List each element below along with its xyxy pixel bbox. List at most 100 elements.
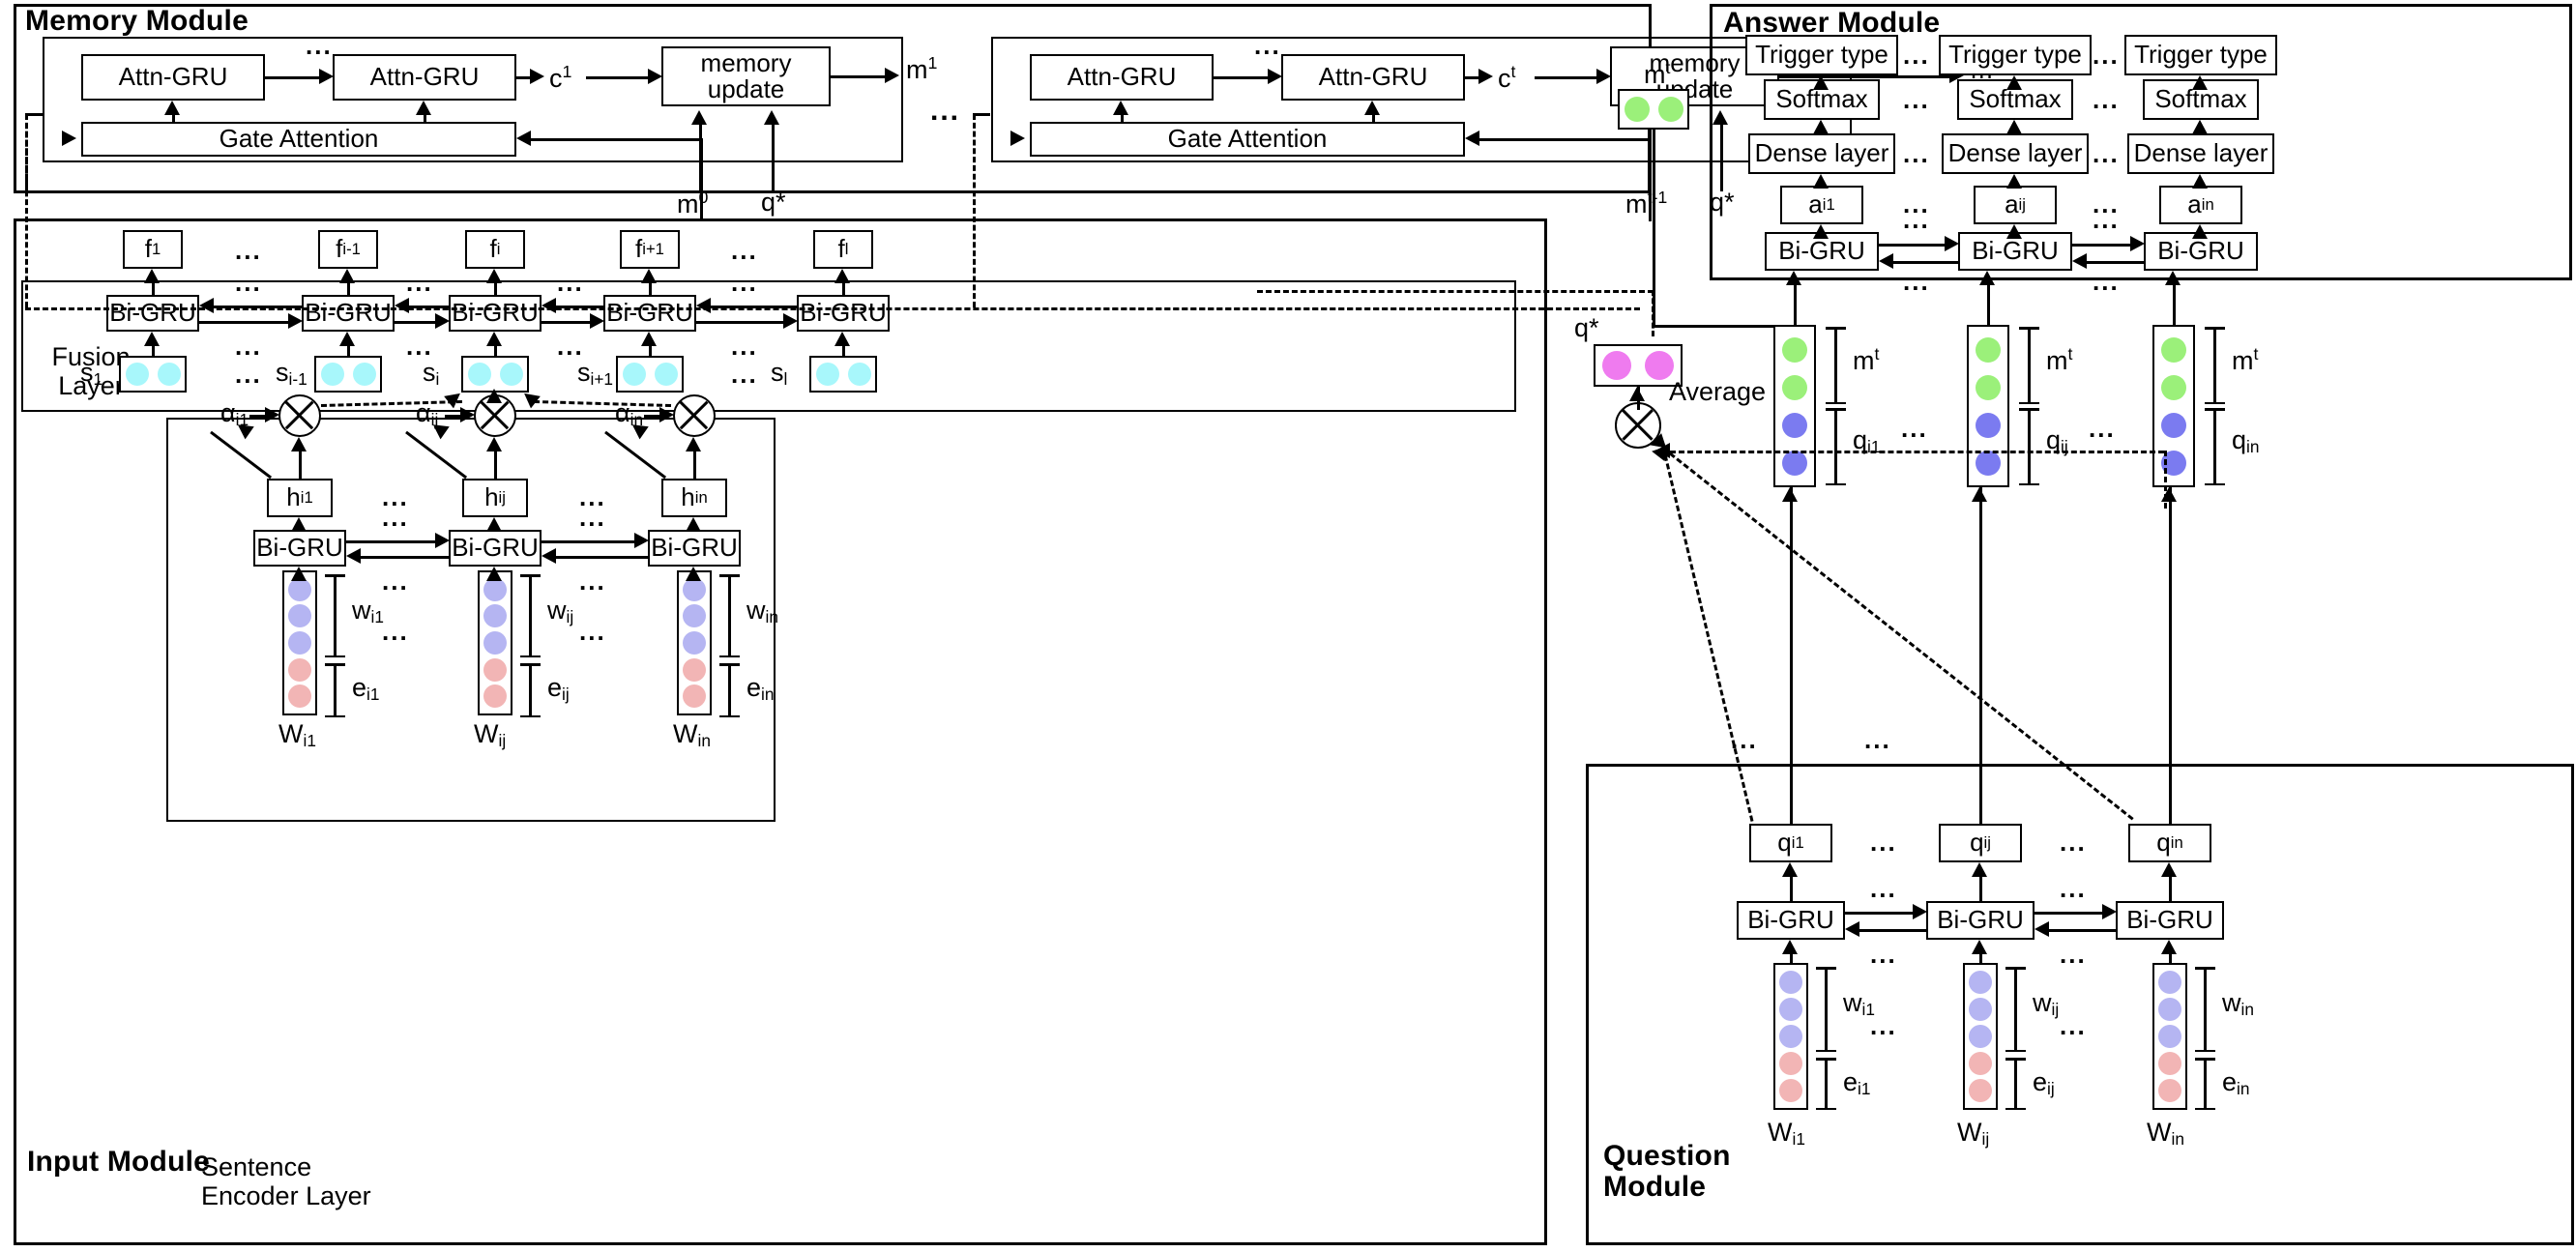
memory-out-arrow-1	[885, 68, 899, 83]
answer-attention-1: a i1	[1780, 186, 1863, 224]
q-to-answer-vector-arrow-1	[1782, 487, 1798, 502]
word-embedding-cell	[2158, 971, 2181, 994]
memory-feedback-arrowhead-2	[1465, 131, 1479, 146]
bigru-to-fusion-1	[144, 269, 160, 283]
answer-bigru-backward-arrow-2	[2072, 253, 2087, 269]
prev-memory-input-arrow-2-shaft	[1648, 120, 1651, 191]
answer-bigru-backward-arrow-1-shaft	[1889, 261, 1958, 264]
memory-part-label-2: mt	[2046, 344, 2073, 375]
memory-cell	[1782, 336, 1807, 363]
fusion-bigru-forward-2-shaft	[395, 321, 438, 324]
vector-cell	[1645, 351, 1674, 380]
fusion-bigru-forward-4	[783, 313, 798, 329]
question-part-brace-1	[1826, 408, 1846, 485]
word-embedding-cell	[683, 577, 706, 601]
h-to-multiply-2	[486, 437, 502, 451]
answer-bigru-forward-arrow-1	[1945, 236, 1959, 251]
word-embedding-cell	[1779, 1025, 1802, 1048]
question-cell	[1782, 450, 1807, 476]
gate-attention-2: Gate Attention	[1030, 122, 1465, 157]
q-to-answer-vector-line-2	[1979, 487, 1982, 824]
fusion-output-1: f1	[123, 230, 183, 269]
question-bigru-2: Bi-GRU	[1926, 901, 2034, 940]
encoder-bigru-dots-b-1: ...	[382, 567, 409, 596]
c-to-memory-update-arrow-2-shaft	[1535, 76, 1599, 79]
vector-to-bigru-arrow-1-shaft	[1794, 280, 1797, 325]
word-caption-3: Win	[673, 719, 711, 750]
question-word-to-bigru-2	[1972, 940, 1987, 954]
w-label-1: wi1	[352, 596, 384, 626]
question-e-brace-1	[1816, 1058, 1836, 1110]
vector-to-bigru-arrow-2-shaft	[1987, 280, 1990, 325]
sentence-vector-5	[809, 356, 877, 393]
fusion-dots-a-2: ...	[406, 268, 433, 297]
memory-feedback-hline-2	[1476, 138, 1649, 141]
dense-layer-3: Dense layer	[2127, 133, 2274, 174]
softmax-to-trigger-arrow-1	[1813, 75, 1829, 90]
memory-dash-tick-1	[25, 113, 43, 116]
entity-embedding-cell	[288, 657, 311, 682]
vector-cell	[654, 363, 678, 386]
question-bigru-backward-2-shaft	[2045, 929, 2116, 932]
average-label: Average	[1669, 377, 1767, 406]
vector-cell	[847, 363, 871, 386]
attn-gru-chain-arrow-1-shaft	[265, 76, 322, 79]
c-to-memory-update-arrow-2	[1596, 69, 1611, 84]
input-module-title: Input Module	[27, 1146, 211, 1178]
question-e-brace-2	[2005, 1058, 2026, 1110]
sentence-to-bigru-2	[339, 332, 355, 346]
answer-input-dots-1: ...	[1901, 414, 1928, 443]
gate-to-attn2-arrow-2	[1364, 101, 1380, 115]
question-bigru-dots-a-2: ...	[2060, 874, 2087, 903]
word-embedding-cell	[1779, 971, 1802, 994]
dense-to-softmax-arrow-1	[1813, 120, 1829, 134]
fusion-dots-a-4: ...	[731, 268, 758, 297]
fusion-bigru-5: Bi-GRU	[797, 295, 890, 332]
encoder-bigru-backward-1-shaft	[357, 556, 449, 559]
gate-attention-1: Gate Attention	[81, 122, 516, 157]
e-brace-2	[520, 663, 541, 717]
fusion-output-4: f i+1	[620, 230, 680, 269]
word-embedding-cell	[1779, 998, 1802, 1021]
attn-gru-right-1: Attn-GRU	[333, 54, 516, 101]
dense-layer-1: Dense layer	[1748, 133, 1895, 174]
word-embedding-cell	[2158, 1025, 2181, 1048]
encoder-multiply-1[interactable]	[278, 394, 321, 437]
encoder-bigru-3: Bi-GRU	[648, 530, 741, 567]
word-embedding-cell	[683, 604, 706, 628]
entity-embedding-cell	[2158, 1052, 2181, 1075]
dense-layer-2: Dense layer	[1942, 133, 2089, 174]
encoder-word-dots-2: ...	[579, 617, 606, 646]
question-word-vector-2	[1963, 963, 1998, 1110]
vector-cell	[499, 363, 523, 386]
alpha-to-multiply-3	[659, 407, 674, 422]
vector-cell	[125, 363, 149, 386]
attn-gru-right-2: Attn-GRU	[1281, 54, 1465, 101]
vector-to-bigru-arrow-3-shaft	[2173, 280, 2176, 325]
attn-gru-chain-arrow-1	[319, 69, 334, 84]
attn-gru-chain-arrow-2	[1268, 69, 1282, 84]
q-to-answer-vector-line-1	[1790, 487, 1793, 824]
question-w-label-3: win	[2222, 988, 2254, 1019]
input-dashed-bus-top	[25, 307, 1640, 310]
question-bigru-forward-2	[2102, 904, 2117, 919]
fusion-bigru-backward-2	[395, 298, 409, 313]
encoder-bigru-backward-2	[542, 548, 556, 564]
memory-module-title: Memory Module	[25, 5, 249, 37]
sentence-to-bigru-3	[486, 332, 502, 346]
sentence-to-bigru-4	[641, 332, 657, 346]
word-embedding-cell	[1969, 1025, 1992, 1048]
sentence-label-1: s1	[80, 358, 103, 389]
bigru-to-fusion-5	[834, 269, 850, 283]
dense-to-softmax-arrow-3	[2192, 120, 2208, 134]
average-to-qstar-arrow	[1629, 387, 1645, 401]
question-cell	[1782, 412, 1807, 438]
fusion-bigru-forward-1	[288, 313, 303, 329]
encoder-word-dots-1: ...	[382, 617, 409, 646]
memory-dash-tick-2	[973, 113, 990, 116]
encoder-multiply-3[interactable]	[673, 394, 716, 437]
sentence-vector-2	[314, 356, 382, 393]
memory-out-arrow-1-shaft	[831, 75, 888, 78]
fusion-bigru-forward-1-shaft	[199, 321, 291, 324]
memory-part-brace-1	[1826, 327, 1846, 404]
